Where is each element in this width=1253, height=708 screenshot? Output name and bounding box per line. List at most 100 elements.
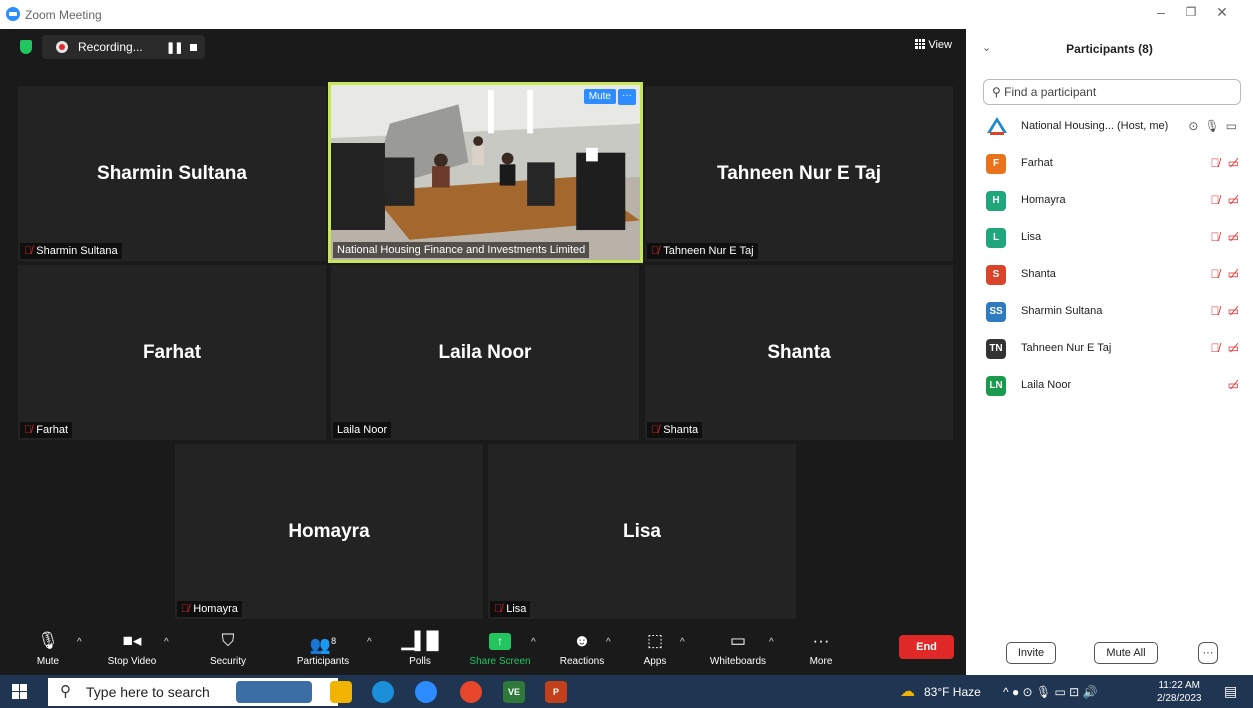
participant-row[interactable]: LN Laila Noor ▭̸ [966, 368, 1253, 404]
panel-more-button[interactable]: ··· [1198, 642, 1218, 664]
video-off-icon: ▭̸ [1227, 378, 1239, 392]
close-icon[interactable]: ✕ [1207, 4, 1237, 21]
participant-name: Sharmin Sultana [1021, 305, 1103, 317]
ellipsis-icon: ··· [812, 631, 830, 650]
zoom-logo-icon [6, 7, 20, 21]
participant-name: Farhat [1021, 157, 1053, 169]
bar-chart-icon: ▁▌█ [401, 631, 439, 650]
tile-display-name: Laila Noor [438, 341, 532, 363]
more-button[interactable]: ··· More [781, 629, 861, 667]
avatar: TN [986, 339, 1006, 359]
stop-recording-icon[interactable] [190, 44, 197, 51]
end-meeting-button[interactable]: End [899, 635, 954, 659]
reactions-button[interactable]: ☻ Reactions [542, 629, 622, 667]
system-tray-icons[interactable]: ^ ● ⊙ 🎙 ▭ ⊡ 🔊 [1003, 685, 1098, 699]
view-button[interactable]: View [915, 39, 952, 51]
polls-button[interactable]: ▁▌█ Polls [380, 629, 460, 667]
minimize-icon[interactable]: – [1146, 4, 1176, 20]
video-off-icon: ▭̸ [1227, 193, 1239, 207]
file-explorer-icon[interactable] [330, 681, 352, 703]
participant-row[interactable]: H Homayra 🎙̸ ▭̸ [966, 183, 1253, 219]
mic-off-icon: 🎙̸ [1210, 304, 1220, 318]
share-screen-button[interactable]: ↑ Share Screen [460, 629, 540, 667]
mute-button[interactable]: 🎙 Mute [8, 629, 88, 667]
share-options-chevron-icon[interactable]: ^ [531, 637, 536, 648]
notifications-icon[interactable]: ▤ [1224, 683, 1237, 700]
apps-options-chevron-icon[interactable]: ^ [680, 637, 685, 648]
people-icon: 👥8 [309, 635, 337, 655]
video-tile-host[interactable]: Mute ··· National Housing Finance and In… [328, 82, 643, 263]
mic-off-icon: 🎙̸ [24, 245, 33, 257]
video-off-icon: ▭̸ [1227, 341, 1239, 355]
video-camera-icon: ■◂ [122, 631, 142, 650]
panel-title: Participants (8) [1066, 42, 1153, 56]
participant-search-input[interactable]: ⚲ Find a participant [983, 79, 1241, 105]
microphone-icon: 🎙 [37, 631, 59, 650]
invite-button[interactable]: Invite [1006, 642, 1056, 664]
tile-display-name: Lisa [622, 520, 662, 542]
video-options-chevron-icon[interactable]: ^ [164, 637, 169, 648]
news-widget-icon[interactable] [236, 681, 312, 703]
participant-row[interactable]: TN Tahneen Nur E Taj 🎙̸ ▭̸ [966, 331, 1253, 367]
chrome-browser-icon[interactable] [460, 681, 482, 703]
restore-icon[interactable]: ❐ [1176, 5, 1206, 19]
vscode-app-icon[interactable]: VE [503, 681, 525, 703]
host-logo-icon [987, 117, 1007, 135]
weather-text[interactable]: 83°F Haze [924, 685, 981, 699]
participants-button[interactable]: 👥8 Participants [283, 629, 363, 667]
apps-button[interactable]: ⬚ Apps [615, 629, 695, 667]
windows-start-icon[interactable] [12, 684, 27, 699]
mic-off-icon: 🎙̸ [1210, 341, 1220, 355]
video-tile-homayra[interactable]: Homayra 🎙̸ Homayra [175, 444, 483, 619]
encryption-shield-icon[interactable] [20, 40, 32, 54]
whiteboards-button[interactable]: ▭ Whiteboards [698, 629, 778, 667]
powerpoint-app-icon[interactable]: P [545, 681, 567, 703]
video-off-icon: ▭̸ [1227, 230, 1239, 244]
stop-video-button[interactable]: ■◂ Stop Video [92, 629, 172, 667]
mute-all-button[interactable]: Mute All [1094, 642, 1158, 664]
pause-recording-icon[interactable]: ❚❚ [166, 41, 183, 54]
audio-options-chevron-icon[interactable]: ^ [77, 637, 82, 648]
zoom-app-icon[interactable] [415, 681, 437, 703]
video-off-icon: ▭̸ [1227, 267, 1239, 281]
video-tile-shanta[interactable]: Shanta 🎙̸ Shanta [645, 265, 953, 440]
search-icon: ⚲ [992, 85, 1005, 99]
avatar: S [986, 265, 1006, 285]
participant-row[interactable]: SS Sharmin Sultana 🎙̸ ▭̸ [966, 294, 1253, 330]
tile-display-name: Shanta [767, 341, 831, 363]
video-off-icon: ▭̸ [1227, 304, 1239, 318]
video-tile-tahneen[interactable]: Tahneen Nur E Taj 🎙̸ Tahneen Nur E Taj [645, 86, 953, 261]
avatar: H [986, 191, 1006, 211]
mic-off-icon: 🎙̸ [24, 424, 33, 436]
avatar: L [986, 228, 1006, 248]
participants-panel: ⌄ Participants (8) ⚲ Find a participant … [966, 29, 1253, 675]
participants-options-chevron-icon[interactable]: ^ [367, 637, 372, 648]
participant-row[interactable]: L Lisa 🎙̸ ▭̸ [966, 220, 1253, 256]
mute-participant-button[interactable]: Mute [583, 89, 616, 104]
security-button[interactable]: ⛉ Security [188, 629, 268, 667]
participant-row[interactable]: S Shanta 🎙̸ ▭̸ [966, 257, 1253, 293]
reactions-options-chevron-icon[interactable]: ^ [606, 637, 611, 648]
video-tile-farhat[interactable]: Farhat 🎙̸ Farhat [18, 265, 326, 440]
video-tile-sharmin[interactable]: Sharmin Sultana 🎙̸ Sharmin Sultana [18, 86, 326, 261]
mic-off-icon: 🎙̸ [1210, 230, 1220, 244]
meeting-area: Recording... ❚❚ View Sharmin Sultana 🎙̸ S… [0, 29, 966, 675]
tile-more-options-button[interactable]: ··· [618, 89, 636, 105]
participant-row-host[interactable]: National Housing... (Host, me) ⊙🎙▭ [966, 109, 1253, 145]
weather-icon[interactable]: ☁ [900, 682, 915, 700]
tile-display-name: Homayra [288, 520, 370, 542]
participant-row[interactable]: F Farhat 🎙̸ ▭̸ [966, 146, 1253, 182]
taskbar: ⚲ Type here to search VE P ☁ 83°F Haze ^… [0, 675, 1253, 708]
meeting-toolbar: 🎙 Mute ^ ■◂ Stop Video ^ ⛉ Security 👥8 P… [0, 623, 966, 675]
whiteboards-options-chevron-icon[interactable]: ^ [769, 637, 774, 648]
video-tile-lisa[interactable]: Lisa 🎙̸ Lisa [488, 444, 796, 619]
taskbar-clock[interactable]: 11:22 AM 2/28/2023 [1157, 679, 1202, 705]
title-bar: Zoom Meeting – ❐ ✕ [0, 0, 1253, 29]
edge-browser-icon[interactable] [372, 681, 394, 703]
tile-display-name: Sharmin Sultana [97, 162, 247, 184]
mic-off-icon: 🎙̸ [1210, 193, 1220, 207]
recording-indicator: Recording... ❚❚ [42, 35, 205, 59]
video-tile-laila[interactable]: Laila Noor Laila Noor [331, 265, 639, 440]
participant-name: Lisa [1021, 231, 1042, 243]
participant-name: Laila Noor [1021, 379, 1072, 391]
